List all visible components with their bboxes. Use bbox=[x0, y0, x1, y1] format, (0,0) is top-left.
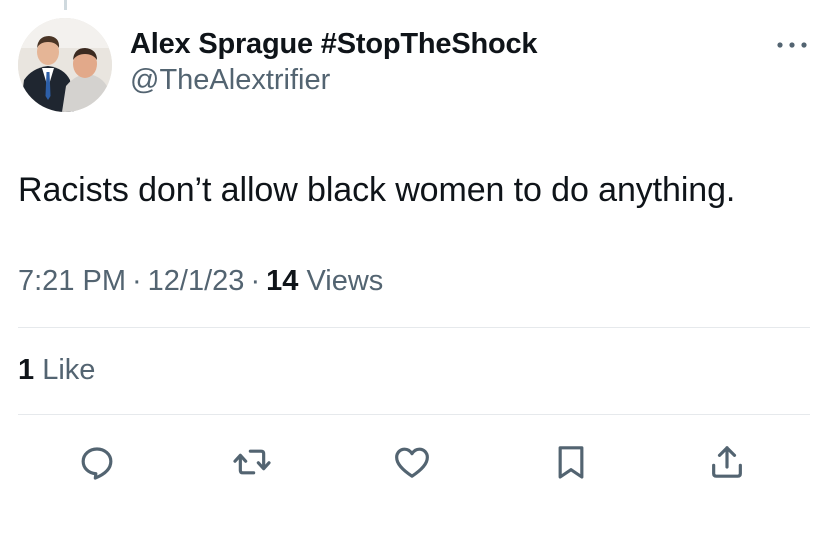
bookmark-button[interactable] bbox=[551, 442, 591, 482]
more-options-button[interactable] bbox=[774, 36, 810, 54]
tweet-author[interactable]: Alex Sprague #StopTheShock @TheAlextrifi… bbox=[130, 26, 538, 98]
meta-separator: · bbox=[250, 265, 261, 297]
heart-icon bbox=[395, 447, 429, 478]
author-handle[interactable]: @TheAlextrifier bbox=[130, 62, 537, 98]
likes-count: 1 bbox=[18, 354, 35, 386]
tweet-text: Racists don’t allow black women to do an… bbox=[18, 171, 736, 209]
thread-connector-line bbox=[64, 0, 67, 10]
tweet-time[interactable]: 7:21 PM bbox=[18, 265, 126, 297]
likes-summary[interactable]: 1 Like bbox=[18, 354, 95, 387]
tweet-meta: 7:21 PM · 12/1/23 · 14 Views bbox=[18, 265, 383, 298]
views-label: Views bbox=[306, 265, 384, 297]
more-horizontal-icon bbox=[777, 42, 807, 48]
share-icon bbox=[712, 446, 742, 478]
avatar[interactable] bbox=[18, 18, 112, 112]
share-button[interactable] bbox=[707, 442, 747, 482]
divider bbox=[18, 327, 810, 328]
tweet-date[interactable]: 12/1/23 bbox=[148, 265, 245, 297]
retweet-icon bbox=[233, 449, 271, 475]
avatar-photo bbox=[18, 18, 112, 112]
likes-label: Like bbox=[42, 354, 96, 386]
reply-button[interactable] bbox=[77, 442, 117, 482]
bookmark-icon bbox=[558, 446, 584, 479]
author-display-name[interactable]: Alex Sprague #StopTheShock bbox=[130, 26, 538, 62]
views-count: 14 bbox=[266, 265, 299, 297]
meta-separator: · bbox=[132, 265, 142, 297]
retweet-button[interactable] bbox=[232, 442, 272, 482]
divider bbox=[18, 414, 810, 415]
like-button[interactable] bbox=[392, 442, 432, 482]
reply-icon bbox=[81, 447, 113, 480]
